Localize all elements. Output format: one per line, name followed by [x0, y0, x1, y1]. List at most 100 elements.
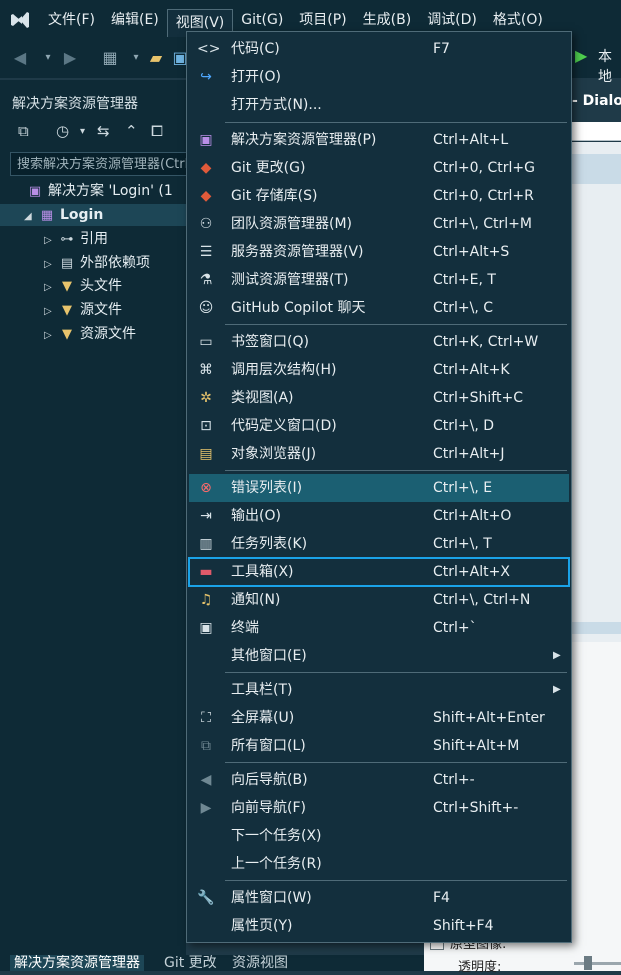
collapsed-arrow-icon[interactable]: ▷: [44, 301, 58, 323]
toolbox-icon: ▬: [199, 564, 213, 580]
tree-item-project[interactable]: ◢ ▦ Login: [0, 204, 186, 226]
tree-item-solution[interactable]: ▣ 解决方案 'Login' (1: [26, 180, 173, 202]
menu-item-git-changes[interactable]: ◆ Git 更改(G) Ctrl+0, Ctrl+G: [189, 154, 569, 182]
menu-item-error-list[interactable]: ⊗ 错误列表(I) Ctrl+\, E: [189, 474, 569, 502]
menu-item-notifications[interactable]: ♫ 通知(N) Ctrl+\, Ctrl+N: [189, 586, 569, 614]
open-folder-icon[interactable]: ▰: [146, 48, 166, 68]
folder-icon: ▼: [62, 327, 72, 342]
tab-solution-explorer[interactable]: 解决方案资源管理器: [10, 955, 144, 971]
chevron-down-icon[interactable]: ▾: [126, 48, 146, 68]
menu-item-task-list[interactable]: ▥ 任务列表(K) Ctrl+\, T: [189, 530, 569, 558]
menu-item-server-explorer[interactable]: ☰ 服务器资源管理器(V) Ctrl+Alt+S: [189, 238, 569, 266]
menu-project[interactable]: 项目(P): [291, 7, 354, 33]
new-project-icon[interactable]: ▦: [100, 48, 120, 68]
expanded-arrow-icon[interactable]: ◢: [24, 206, 38, 228]
menu-item-property-pages[interactable]: 属性页(Y) Shift+F4: [189, 912, 569, 940]
menu-item-class-view[interactable]: ✲ 类视图(A) Ctrl+Shift+C: [189, 384, 569, 412]
chevron-down-icon[interactable]: ▾: [38, 48, 58, 68]
menu-item-label: GitHub Copilot 聊天: [231, 300, 366, 316]
tree-item-resource-files[interactable]: ▷ ▼ 资源文件: [44, 323, 136, 345]
menu-item-label: 团队资源管理器(M): [231, 216, 353, 232]
menu-item-fullscreen[interactable]: ⛶ 全屏幕(U) Shift+Alt+Enter: [189, 704, 569, 732]
run-icon[interactable]: ▶: [575, 46, 587, 65]
menu-item-call-hierarchy[interactable]: ⌘ 调用层次结构(H) Ctrl+Alt+K: [189, 356, 569, 384]
menu-item-open-with[interactable]: 打开方式(N)...: [189, 91, 569, 119]
menu-item-shortcut: F4: [433, 890, 450, 906]
menu-item-toolbox[interactable]: ▬ 工具箱(X) Ctrl+Alt+X: [188, 557, 570, 587]
menu-item-label: 错误列表(I): [231, 480, 303, 496]
menu-item-shortcut: Ctrl+Alt+O: [433, 508, 512, 524]
tree-item-source-files[interactable]: ▷ ▼ 源文件: [44, 299, 122, 321]
menu-item-label: 输出(O): [231, 508, 281, 524]
tree-item-label: Login: [60, 207, 104, 223]
collapsed-arrow-icon[interactable]: ▷: [44, 325, 58, 347]
menu-item-code[interactable]: <> 代码(C) F7: [189, 35, 569, 63]
object-browser-icon: ▤: [199, 446, 213, 462]
menu-item-test-explorer[interactable]: ⚗ 测试资源管理器(T) Ctrl+E, T: [189, 266, 569, 294]
menu-item-previous-task[interactable]: 上一个任务(R): [189, 850, 569, 878]
menu-edit[interactable]: 编辑(E): [103, 7, 167, 33]
menu-item-team-explorer[interactable]: ⚇ 团队资源管理器(M) Ctrl+\, Ctrl+M: [189, 210, 569, 238]
menu-item-properties-window[interactable]: 🔧 属性窗口(W) F4: [189, 884, 569, 912]
tab-git-changes[interactable]: Git 更改: [160, 955, 221, 971]
menu-item-label: 解决方案资源管理器(P): [231, 132, 377, 148]
menu-build[interactable]: 生成(B): [355, 7, 420, 33]
chevron-down-icon[interactable]: ▾: [80, 126, 85, 137]
menu-file[interactable]: 文件(F): [40, 7, 103, 33]
menu-item-copilot-chat[interactable]: ☺ GitHub Copilot 聊天 Ctrl+\, C: [189, 294, 569, 322]
tree-item-external-deps[interactable]: ▷ ▤ 外部依赖项: [44, 252, 150, 274]
dialog-design-surface[interactable]: [572, 142, 621, 642]
menu-item-shortcut: Shift+F4: [433, 918, 494, 934]
class-view-icon: ✲: [200, 390, 212, 406]
tab-resource-view[interactable]: 资源视图: [228, 955, 292, 971]
menu-item-object-browser[interactable]: ▤ 对象浏览器(J) Ctrl+Alt+J: [189, 440, 569, 468]
fullscreen-icon: ⛶: [201, 710, 211, 726]
menu-item-navigate-forward[interactable]: ▶ 向前导航(F) Ctrl+Shift+-: [189, 794, 569, 822]
folder-icon: ▼: [62, 279, 72, 294]
back-icon[interactable]: ◀: [10, 48, 30, 68]
tree-item-label: 源文件: [80, 302, 122, 318]
menu-item-solution-explorer[interactable]: ▣ 解决方案资源管理器(P) Ctrl+Alt+L: [189, 126, 569, 154]
transparency-slider[interactable]: [574, 962, 621, 965]
menu-item-other-windows[interactable]: 其他窗口(E) ▶: [189, 642, 569, 670]
collapsed-arrow-icon[interactable]: ▷: [44, 230, 58, 252]
forward-icon[interactable]: ▶: [60, 48, 80, 68]
menu-item-bookmarks[interactable]: ▭ 书签窗口(Q) Ctrl+K, Ctrl+W: [189, 328, 569, 356]
menu-item-shortcut: Ctrl+-: [433, 772, 475, 788]
menu-item-open[interactable]: ↪ 打开(O): [189, 63, 569, 91]
slider-thumb[interactable]: [584, 956, 592, 970]
menu-item-shortcut: Ctrl+\, Ctrl+N: [433, 592, 531, 608]
history-icon[interactable]: ◷: [56, 122, 69, 140]
collapsed-arrow-icon[interactable]: ▷: [44, 254, 58, 276]
menu-item-label: 打开(O): [231, 69, 281, 85]
run-label[interactable]: 本地: [598, 46, 621, 86]
collapsed-arrow-icon[interactable]: ▷: [44, 277, 58, 299]
menu-item-all-windows[interactable]: ⧉ 所有窗口(L) Shift+Alt+M: [189, 732, 569, 760]
collapse-all-icon[interactable]: ⌃: [125, 122, 138, 140]
menu-item-label: 代码(C): [231, 41, 280, 57]
menu-item-toolbars[interactable]: 工具栏(T) ▶: [189, 676, 569, 704]
menu-item-label: 类视图(A): [231, 390, 294, 406]
menu-git[interactable]: Git(G): [233, 7, 291, 33]
dialog-tab-title[interactable]: - Dialog: [572, 93, 621, 109]
menu-item-code-definition[interactable]: ⊡ 代码定义窗口(D) Ctrl+\, D: [189, 412, 569, 440]
tree-item-references[interactable]: ▷ ⊶ 引用: [44, 228, 108, 250]
menu-item-navigate-back[interactable]: ◀ 向后导航(B) Ctrl+-: [189, 766, 569, 794]
menu-item-output[interactable]: ⇥ 输出(O) Ctrl+Alt+O: [189, 502, 569, 530]
solution-search-input[interactable]: 搜索解决方案资源管理器(Ctrl+;): [10, 152, 196, 176]
menu-item-terminal[interactable]: ▣ 终端 Ctrl+`: [189, 614, 569, 642]
menu-format[interactable]: 格式(O): [485, 7, 551, 33]
copy-icon[interactable]: ⧠: [151, 122, 163, 140]
menu-item-shortcut: Shift+Alt+M: [433, 738, 520, 754]
menu-item-git-repo[interactable]: ◆ Git 存储库(S) Ctrl+0, Ctrl+R: [189, 182, 569, 210]
switch-views-icon[interactable]: ⧉: [18, 122, 29, 140]
call-hierarchy-icon: ⌘: [199, 362, 213, 378]
menu-item-next-task[interactable]: 下一个任务(X): [189, 822, 569, 850]
menu-item-label: 向前导航(F): [231, 800, 306, 816]
menu-debug[interactable]: 调试(D): [419, 7, 485, 33]
menu-item-label: 所有窗口(L): [231, 738, 306, 754]
tree-item-header-files[interactable]: ▷ ▼ 头文件: [44, 275, 122, 297]
visual-studio-logo-icon[interactable]: [0, 0, 40, 40]
output-icon: ⇥: [200, 508, 212, 524]
sync-icon[interactable]: ⇆: [97, 122, 110, 140]
